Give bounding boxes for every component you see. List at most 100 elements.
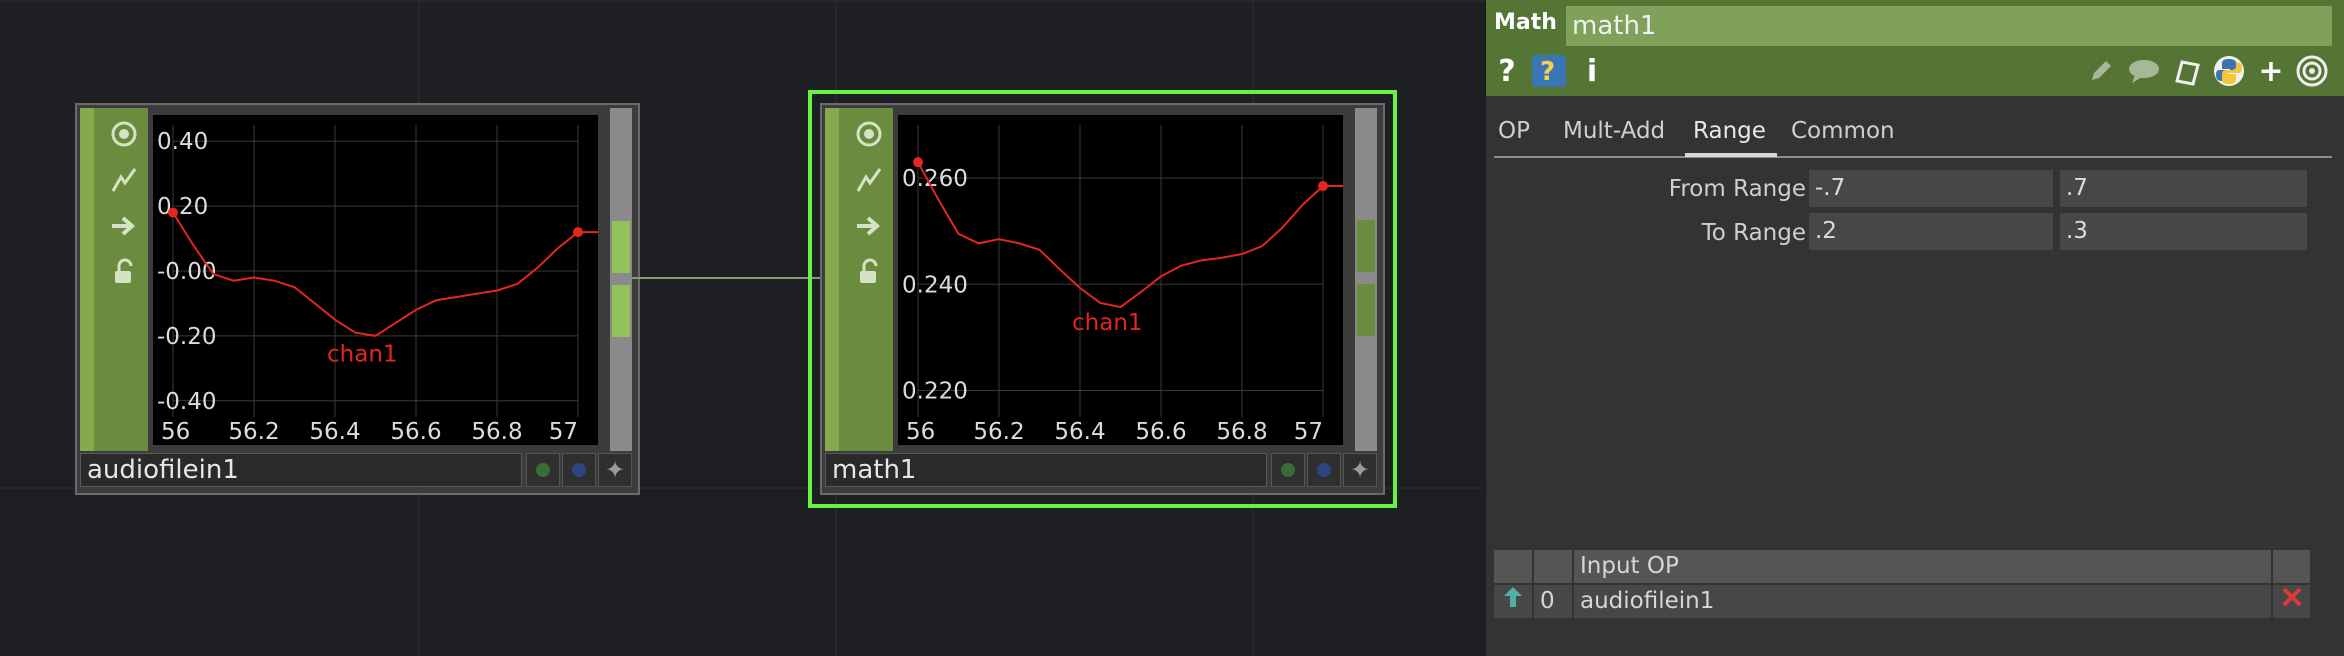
op-name-field[interactable]: math1 xyxy=(1566,6,2332,46)
y-tick-label: 0.20 xyxy=(157,194,208,220)
from-range-max-field[interactable]: .7 xyxy=(2060,170,2307,207)
to-range-max-field[interactable]: .3 xyxy=(2060,213,2307,250)
table-header-cell xyxy=(2273,550,2310,583)
tab-common[interactable]: Common xyxy=(1791,118,1895,144)
input-op-header: Input OP xyxy=(1574,550,2271,583)
x-tick-label: 56.6 xyxy=(390,419,441,445)
x-tick-label: 56.4 xyxy=(1054,419,1105,445)
star-icon: ✦ xyxy=(604,456,626,484)
table-header-cell xyxy=(1494,550,1532,583)
chop-viewer[interactable]: 56 56.2 56.4 56.6 56.8 57 0.260 0.240 0.220 chan1 xyxy=(898,115,1343,445)
node-state-button[interactable]: ✦ xyxy=(1343,453,1377,487)
cook-flag-icon[interactable] xyxy=(102,158,146,202)
series-label: chan1 xyxy=(1072,310,1143,336)
add-icon[interactable]: + xyxy=(2256,54,2286,89)
output-connector[interactable] xyxy=(1357,220,1375,272)
from-range-min-field[interactable]: -.7 xyxy=(1809,170,2053,207)
y-tick-label: -0.40 xyxy=(157,389,217,415)
x-tick-label: 56 xyxy=(161,419,190,445)
x-tick-label: 57 xyxy=(1294,419,1323,445)
output-strip xyxy=(1355,108,1377,451)
edit-icon[interactable] xyxy=(2086,54,2116,88)
chop-viewer[interactable]: 56 56.2 56.4 56.6 56.8 57 0.40 0.20 -0.00 -0.20 -0… xyxy=(153,115,598,445)
blue-dot-icon xyxy=(572,463,586,477)
blue-dot-icon xyxy=(1317,463,1331,477)
star-icon: ✦ xyxy=(1349,456,1371,484)
python-icon[interactable] xyxy=(2212,54,2246,88)
tab-mult-add[interactable]: Mult-Add xyxy=(1563,118,1665,144)
tab-op[interactable]: OP xyxy=(1498,118,1530,144)
series-line-chan1 xyxy=(172,212,579,337)
table-header-cell xyxy=(1534,550,1572,583)
op-type-label: Math xyxy=(1494,10,1557,35)
x-tick-label: 56.6 xyxy=(1135,419,1186,445)
node-flags xyxy=(80,108,148,451)
clone-icon[interactable] xyxy=(2170,54,2204,88)
bypass-flag-icon[interactable] xyxy=(102,204,146,248)
green-dot-icon xyxy=(536,463,550,477)
node-state-button[interactable] xyxy=(1307,453,1341,487)
to-range-min-field[interactable]: .2 xyxy=(1809,213,2053,250)
bypass-flag-icon[interactable] xyxy=(847,204,891,248)
node-audiofilein1[interactable]: 56 56.2 56.4 56.6 56.8 57 0.40 0.20 -0.00 -0.20 -0… xyxy=(75,103,640,495)
comment-icon[interactable] xyxy=(2126,54,2162,88)
node-name-label[interactable]: math1 xyxy=(825,453,1267,487)
input-index-cell: 0 xyxy=(1534,585,1572,618)
series-line-chan1 xyxy=(917,161,1324,309)
help-icon[interactable]: ? xyxy=(1494,54,1520,89)
y-tick-label: 0.40 xyxy=(157,129,208,155)
param-label-from-range: From Range xyxy=(1668,176,1806,202)
x-tick-label: 56.2 xyxy=(973,419,1024,445)
output-connector[interactable] xyxy=(1357,284,1375,336)
viewer-icon[interactable] xyxy=(2294,54,2330,88)
tab-divider xyxy=(1494,156,2332,158)
parameter-panel: Math math1 ? ? i + OP Mult-Add Range Com… xyxy=(1485,0,2344,656)
cook-flag-icon[interactable] xyxy=(847,158,891,202)
node-state-button[interactable] xyxy=(1271,453,1305,487)
channel-plot: 56 56.2 56.4 56.6 56.8 57 0.40 0.20 -0.00 -0.20 -0… xyxy=(157,125,598,445)
tab-range[interactable]: Range xyxy=(1693,118,1766,144)
input-op-cell[interactable]: audiofilein1 xyxy=(1574,585,2271,618)
series-start-point xyxy=(913,157,923,168)
viewer-flag-icon[interactable] xyxy=(102,112,146,156)
network-editor[interactable]: 56 56.2 56.4 56.6 56.8 57 0.40 0.20 -0.00 -0.20 -0… xyxy=(0,0,1485,656)
close-icon xyxy=(2281,585,2303,618)
grid-line xyxy=(0,0,1485,2)
output-strip xyxy=(610,108,632,451)
lock-flag-icon[interactable] xyxy=(102,250,146,294)
node-name-label[interactable]: audiofilein1 xyxy=(80,453,522,487)
y-tick-label: 0.220 xyxy=(902,378,968,404)
param-label-to-range: To Range xyxy=(1701,220,1806,246)
series-label: chan1 xyxy=(327,342,398,368)
input-row-up-button[interactable] xyxy=(1494,585,1532,618)
panel-header: Math math1 ? ? i + xyxy=(1486,0,2344,96)
node-flags xyxy=(825,108,893,451)
wire-audiofilein1-to-math1[interactable] xyxy=(632,277,820,279)
python-help-icon[interactable]: ? xyxy=(1530,54,1568,88)
node-state-button[interactable] xyxy=(562,453,596,487)
active-tab-indicator xyxy=(1685,153,1777,157)
node-math1[interactable]: 56 56.2 56.4 56.6 56.8 57 0.260 0.240 0.220 chan1… xyxy=(808,90,1397,508)
channel-plot: 56 56.2 56.4 56.6 56.8 57 0.260 0.240 0.220 chan1 xyxy=(902,125,1343,445)
x-tick-label: 56.8 xyxy=(1216,419,1267,445)
x-tick-label: 56.8 xyxy=(471,419,522,445)
viewer-flag-icon[interactable] xyxy=(847,112,891,156)
node-state-button[interactable] xyxy=(526,453,560,487)
y-tick-label: -0.00 xyxy=(157,259,217,285)
output-connector[interactable] xyxy=(612,285,630,337)
series-start-point xyxy=(168,207,178,218)
remove-input-button[interactable] xyxy=(2273,585,2310,618)
x-tick-label: 56.2 xyxy=(228,419,279,445)
arrow-up-icon xyxy=(1502,585,1524,619)
y-tick-label: -0.20 xyxy=(157,324,217,350)
y-tick-label: 0.260 xyxy=(902,166,968,192)
green-dot-icon xyxy=(1281,463,1295,477)
info-icon[interactable]: i xyxy=(1582,54,1602,89)
node-state-button[interactable]: ✦ xyxy=(598,453,632,487)
output-connector[interactable] xyxy=(612,221,630,273)
x-tick-label: 56 xyxy=(906,419,935,445)
svg-text:?: ? xyxy=(1540,57,1555,87)
lock-flag-icon[interactable] xyxy=(847,250,891,294)
x-tick-label: 56.4 xyxy=(309,419,360,445)
y-tick-label: 0.240 xyxy=(902,272,968,298)
